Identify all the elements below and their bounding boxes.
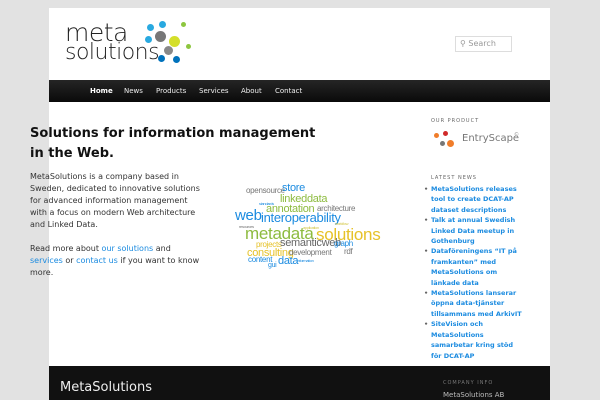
entryscape-logo[interactable]: EntryScape © (433, 131, 523, 151)
read-more-paragraph: Read more about our solutions and servic… (30, 243, 205, 279)
company-name: MetaSolutions AB (443, 391, 505, 399)
cloud-word: information (297, 258, 314, 263)
cloud-word: gui (268, 262, 277, 269)
text: Read more about (30, 244, 102, 253)
intro-paragraph: MetaSolutions is a company based in Swed… (30, 172, 200, 229)
intro-text: MetaSolutions is a company based in Swed… (30, 171, 205, 291)
logo-dot-icon (147, 24, 154, 31)
entryscape-name: EntryScape (462, 133, 520, 144)
cloud-word: opensource (246, 186, 285, 195)
text: and (153, 244, 171, 253)
logo[interactable]: meta solutions (65, 18, 195, 66)
search-icon: ⚲ (460, 39, 466, 48)
text: or (62, 256, 77, 265)
news-item[interactable]: Talk at annual Swedish Linked Data meetu… (423, 215, 525, 246)
logo-dot-icon (173, 56, 180, 63)
services-link[interactable]: services (30, 256, 63, 265)
logo-dot-icon (159, 21, 166, 28)
news-list: MetaSolutions releases tool to create DC… (423, 184, 525, 361)
logo-dot-icon (186, 44, 191, 49)
main-nav: Home News Products Services About Contac… (49, 80, 550, 102)
nav-about[interactable]: About (241, 87, 262, 95)
nav-home[interactable]: Home (90, 87, 113, 95)
footer: MetaSolutions COMPANY INFO MetaSolutions… (49, 366, 550, 400)
entryscape-dot-icon (434, 133, 439, 138)
news-item[interactable]: MetaSolutions releases tool to create DC… (423, 184, 525, 215)
logo-dot-icon (169, 36, 180, 47)
cloud-word: rdf (344, 247, 353, 256)
cloud-word: interoperability (261, 210, 341, 225)
entryscape-dot-icon (447, 140, 454, 147)
our-solutions-link[interactable]: our solutions (102, 244, 154, 253)
nav-news[interactable]: News (124, 87, 143, 95)
footer-title: MetaSolutions (60, 380, 153, 395)
nav-contact[interactable]: Contact (275, 87, 302, 95)
contact-us-link[interactable]: contact us (76, 256, 118, 265)
page-title: Solutions for information management in … (30, 126, 316, 161)
news-item[interactable]: SiteVision och MetaSolutions samarbetar … (423, 319, 525, 361)
logo-dot-icon (181, 22, 186, 27)
logo-dot-icon (145, 36, 152, 43)
nav-services[interactable]: Services (199, 87, 229, 95)
search-input[interactable]: ⚲ Search (455, 36, 512, 52)
search-placeholder: Search (468, 39, 496, 48)
our-product-heading: OUR PRODUCT (431, 118, 480, 124)
cloud-word: web (235, 207, 262, 224)
latest-news-heading: LATEST NEWS (431, 175, 477, 181)
logo-dot-icon (158, 55, 165, 62)
cloud-word: data (278, 255, 299, 267)
entryscape-mark: © (514, 132, 519, 138)
entryscape-dot-icon (440, 141, 445, 146)
logo-text-solutions: solutions (65, 40, 160, 65)
news-item[interactable]: Dataföreningens “IT på framkanten” med M… (423, 246, 525, 288)
company-info-heading: COMPANY INFO (443, 380, 494, 386)
news-item[interactable]: MetaSolutions lanserar öppna data-tjänst… (423, 288, 525, 319)
logo-dot-icon (164, 46, 173, 55)
logo-dot-icon (155, 31, 166, 42)
entryscape-dot-icon (443, 131, 448, 136)
nav-products[interactable]: Products (156, 87, 186, 95)
